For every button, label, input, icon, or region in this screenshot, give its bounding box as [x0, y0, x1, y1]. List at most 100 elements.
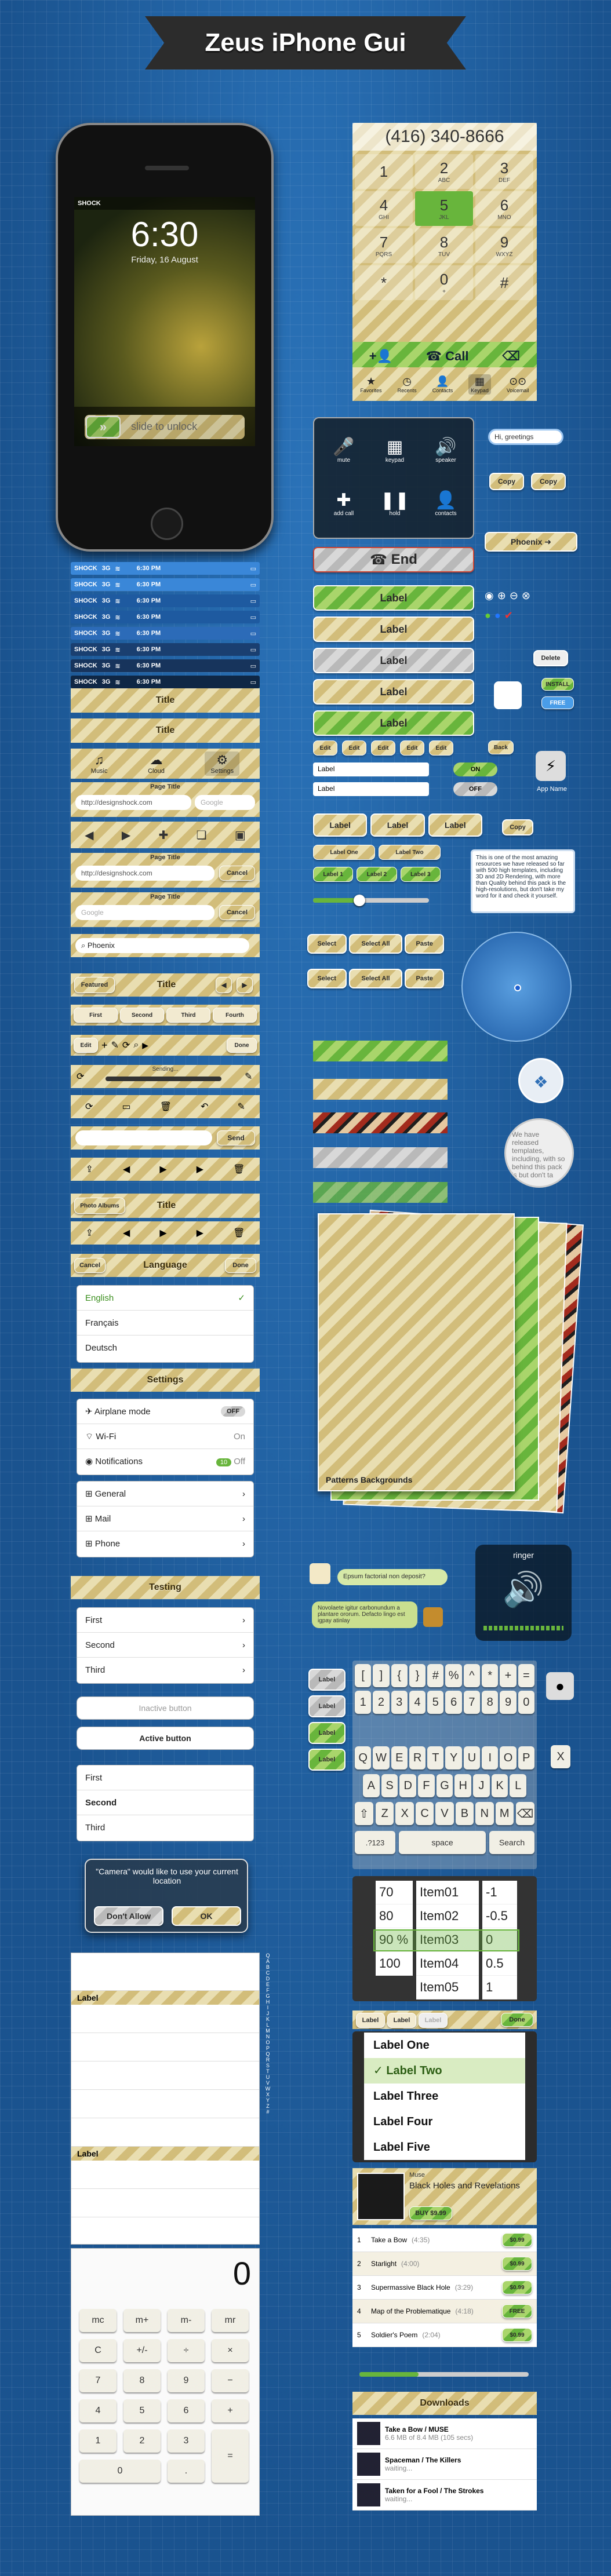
dialer-tab-keypad[interactable]: ▦ Keypad: [468, 374, 491, 395]
list-picker-item[interactable]: Label Five: [364, 2134, 525, 2160]
calc-key[interactable]: 6: [168, 2399, 205, 2422]
dial-key[interactable]: #: [475, 265, 533, 300]
keyboard-key[interactable]: ^: [463, 1664, 481, 1687]
check-circle-icon[interactable]: ⊗: [522, 590, 530, 601]
paste-button[interactable]: Paste: [405, 969, 444, 988]
calc-key[interactable]: −: [212, 2369, 249, 2392]
select-all-button[interactable]: Select All: [348, 969, 403, 988]
incall-mute-button[interactable]: 🎤 mute: [319, 424, 369, 476]
index-letter[interactable]: T: [266, 2068, 270, 2074]
done-button[interactable]: Done: [225, 1258, 256, 1273]
index-letter[interactable]: Q: [266, 1953, 270, 1958]
add-contact-icon[interactable]: +👤: [369, 349, 392, 364]
dialer-tab-contacts[interactable]: 👤 Contacts: [432, 375, 453, 393]
list-picker-item[interactable]: Label Three: [364, 2084, 525, 2109]
calc-key[interactable]: 2: [123, 2429, 161, 2453]
edit-chip[interactable]: Edit: [429, 740, 453, 756]
dont-allow-button[interactable]: Don't Allow: [94, 1906, 163, 1926]
keyboard-key[interactable]: J: [473, 1774, 490, 1797]
calc-key[interactable]: 4: [79, 2399, 117, 2422]
search-input[interactable]: ⌕ Phoenix: [75, 938, 249, 953]
delete-button[interactable]: Delete: [533, 650, 568, 666]
install-button[interactable]: INSTALL: [541, 678, 574, 691]
incall-contacts-button[interactable]: 👤 contacts: [421, 477, 471, 530]
forward-arrow-icon[interactable]: ▶: [197, 1227, 203, 1239]
done-button[interactable]: Done: [227, 1038, 257, 1053]
refresh-icon[interactable]: ⟳: [122, 1039, 130, 1051]
cancel-button[interactable]: Cancel: [219, 866, 255, 881]
index-letter[interactable]: Q: [266, 2051, 270, 2057]
track-row[interactable]: 1 Take a Bow (4:35) $0.99: [352, 2228, 537, 2252]
list-picker-item[interactable]: ✓ Label Two: [364, 2058, 525, 2084]
dial-key[interactable]: 1: [355, 154, 413, 189]
label-tab[interactable]: Label: [313, 813, 368, 837]
segment-third[interactable]: Third: [166, 1008, 210, 1023]
backspace-key[interactable]: ⌫: [516, 1802, 534, 1825]
dial-key[interactable]: 3 DEF: [475, 154, 533, 189]
index-letter[interactable]: W: [266, 2086, 271, 2092]
list-picker-item[interactable]: Label Four: [364, 2109, 525, 2134]
incall-hold-button[interactable]: ❚❚ hold: [370, 477, 420, 530]
keyboard-key[interactable]: {: [391, 1664, 408, 1687]
index-letter[interactable]: M: [266, 2028, 270, 2034]
call-button[interactable]: ☎ Call: [426, 349, 469, 364]
back-button[interactable]: Back: [488, 740, 514, 754]
edit-chip[interactable]: Edit: [313, 740, 337, 756]
settings-row-mail[interactable]: ⊞ Mail ›: [77, 1506, 253, 1531]
play-icon[interactable]: ▶: [159, 1163, 166, 1175]
calc-key[interactable]: 8: [123, 2369, 161, 2392]
index-letter[interactable]: A: [266, 1958, 270, 1964]
share-icon[interactable]: ⇪: [86, 1227, 93, 1239]
dialer-tab-favorites[interactable]: ★ Favorites: [361, 375, 382, 393]
label-button[interactable]: Label: [313, 679, 474, 705]
keyboard-key[interactable]: [: [355, 1664, 372, 1687]
label-pill[interactable]: Label 3: [400, 867, 441, 882]
settings-row-notifications[interactable]: ◉ Notifications 10 Off: [77, 1449, 253, 1473]
side-label-button[interactable]: Label: [308, 1669, 345, 1691]
segment-second[interactable]: Second: [120, 1008, 164, 1023]
mode-key[interactable]: .?123: [355, 1831, 395, 1854]
keyboard-key[interactable]: G: [436, 1774, 453, 1797]
keyboard-key[interactable]: 4: [409, 1691, 426, 1714]
picker-tab[interactable]: Label: [356, 2013, 385, 2028]
dial-key[interactable]: 2 ABC: [415, 154, 473, 189]
track-row[interactable]: 2 Starlight (4:00) $0.99: [352, 2252, 537, 2276]
search-key[interactable]: Search: [489, 1831, 534, 1854]
close-key[interactable]: X: [551, 1745, 570, 1768]
label-button[interactable]: Label: [313, 585, 474, 611]
share-icon[interactable]: ⇪: [86, 1163, 93, 1175]
keyboard-key[interactable]: Z: [376, 1802, 394, 1825]
picker-tab[interactable]: Label: [387, 2013, 416, 2028]
index-letter[interactable]: J: [267, 2011, 270, 2016]
calc-key[interactable]: mc: [79, 2309, 117, 2332]
buy-button[interactable]: BUY $9.99: [409, 2206, 452, 2220]
tab-cloud[interactable]: ☁ Cloud: [148, 753, 165, 775]
index-letter[interactable]: D: [266, 1976, 270, 1982]
ok-button[interactable]: OK: [172, 1906, 241, 1926]
index-letter[interactable]: F: [266, 1987, 270, 1993]
index-letter[interactable]: B: [266, 1964, 270, 1970]
cancel-button[interactable]: Cancel: [74, 1258, 106, 1273]
dialer-tab-recents[interactable]: ◷ Recents: [398, 375, 417, 393]
list-item[interactable]: Français: [77, 1311, 253, 1336]
trash-icon[interactable]: 🗑: [233, 1227, 245, 1239]
index-letter[interactable]: K: [266, 2016, 270, 2022]
keyboard-key[interactable]: %: [445, 1664, 462, 1687]
next-button[interactable]: ▶: [237, 977, 253, 993]
list-item-selected[interactable]: Second: [77, 1790, 253, 1815]
search-icon[interactable]: ⌕: [133, 1040, 139, 1050]
radio-on-icon[interactable]: ◉: [485, 590, 494, 601]
refresh-icon[interactable]: ⟳: [85, 1101, 93, 1112]
label-pill[interactable]: Label Two: [379, 845, 441, 860]
keyboard-key[interactable]: I: [482, 1746, 499, 1769]
picker-column[interactable]: 70 80 90 % 100: [376, 1881, 413, 1976]
compose-icon[interactable]: ✎: [238, 1101, 245, 1112]
label-pill[interactable]: Label 2: [357, 867, 397, 882]
keyboard-key[interactable]: Y: [445, 1746, 462, 1769]
download-row[interactable]: Taken for a Fool / The Strokes waiting...: [352, 2480, 537, 2511]
label-pill[interactable]: Label One: [313, 845, 375, 860]
label-button[interactable]: Label: [313, 710, 474, 736]
keyboard-key[interactable]: }: [409, 1664, 426, 1687]
keyboard-key[interactable]: 9: [500, 1691, 517, 1714]
trash-icon[interactable]: 🗑: [160, 1101, 172, 1112]
